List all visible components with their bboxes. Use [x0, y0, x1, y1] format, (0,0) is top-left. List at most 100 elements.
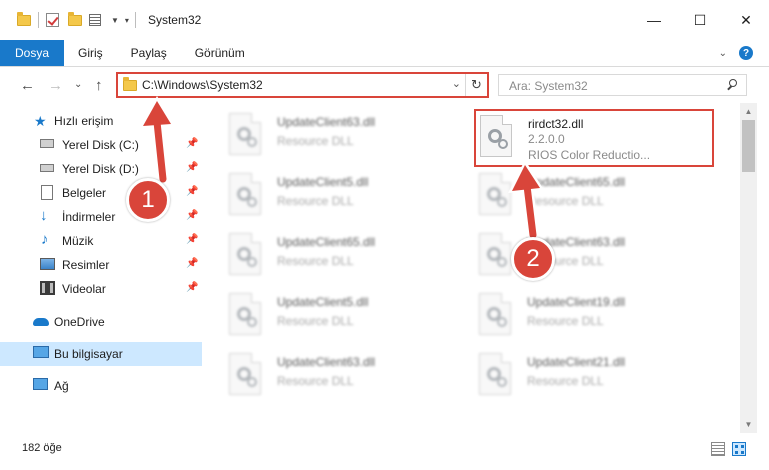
- scroll-up-icon[interactable]: ▲: [740, 103, 757, 120]
- nav-network[interactable]: Ağ: [0, 374, 202, 398]
- pin-icon[interactable]: 📌: [186, 186, 198, 197]
- pin-icon[interactable]: 📌: [186, 138, 198, 149]
- close-button[interactable]: ✕: [723, 0, 769, 40]
- list-item-rirdct32[interactable]: rirdct32.dll 2.2.0.0 RIOS Color Reductio…: [456, 111, 696, 167]
- pictures-icon: [40, 258, 55, 270]
- file-name: UpdateClient21.dll: [527, 355, 626, 369]
- file-name: rirdct32.dll: [528, 117, 584, 131]
- nav-item-music[interactable]: ♪ Müzik 📌: [0, 229, 202, 253]
- nav-item-drive-c[interactable]: Yerel Disk (C:) 📌: [0, 133, 202, 157]
- file-type: Resource DLL: [277, 134, 354, 148]
- drive-icon: [40, 164, 54, 172]
- scroll-thumb[interactable]: [742, 120, 755, 172]
- list-item[interactable]: UpdateClient63.dll Resource DLL: [205, 349, 445, 405]
- folder-icon[interactable]: [16, 12, 32, 28]
- tab-file[interactable]: Dosya: [0, 40, 64, 66]
- nav-item-pictures[interactable]: Resimler 📌: [0, 253, 202, 277]
- nav-item-label: Videolar: [62, 282, 106, 296]
- file-type: Resource DLL: [277, 194, 354, 208]
- address-bar[interactable]: C:\Windows\System32 ⌄ ↻: [116, 72, 489, 98]
- back-icon[interactable]: ←: [20, 77, 35, 94]
- dll-file-icon: [227, 233, 265, 277]
- dll-file-icon: [477, 233, 515, 277]
- customize-toolbar-icon[interactable]: ▾: [125, 16, 129, 25]
- search-input[interactable]: Ara: System32: [498, 74, 747, 96]
- title-separator: [134, 12, 136, 28]
- file-type: Resource DLL: [527, 374, 604, 388]
- nav-item-documents[interactable]: Belgeler 📌: [0, 181, 202, 205]
- tab-view[interactable]: Görünüm: [181, 40, 259, 66]
- nav-item-videos[interactable]: Videolar 📌: [0, 277, 202, 301]
- address-path[interactable]: C:\Windows\System32: [142, 78, 263, 92]
- nav-quick-access[interactable]: ★ Hızlı erişim: [0, 109, 202, 133]
- search-icon[interactable]: [726, 77, 738, 93]
- dll-file-icon: [227, 353, 265, 397]
- file-type: Resource DLL: [277, 254, 354, 268]
- address-dropdown-icon[interactable]: ⌄: [452, 77, 461, 90]
- up-icon[interactable]: ↑: [95, 77, 103, 94]
- tiles-view-icon[interactable]: [732, 442, 746, 456]
- file-version: 2.2.0.0: [528, 132, 565, 146]
- list-item[interactable]: UpdateClient19.dll Resource DLL: [455, 289, 695, 345]
- help-icon[interactable]: ?: [739, 46, 753, 60]
- highlighted-file[interactable]: rirdct32.dll 2.2.0.0 RIOS Color Reductio…: [474, 109, 714, 167]
- videos-icon: [40, 281, 55, 295]
- tab-share[interactable]: Paylaş: [117, 40, 181, 66]
- nav-onedrive[interactable]: OneDrive: [0, 310, 202, 334]
- dll-file-icon: [477, 173, 515, 217]
- recent-chevron-icon[interactable]: ⌄: [74, 79, 82, 90]
- file-type: Resource DLL: [277, 314, 354, 328]
- nav-item-drive-d[interactable]: Yerel Disk (D:) 📌: [0, 157, 202, 181]
- documents-icon: [41, 185, 53, 200]
- pin-icon[interactable]: 📌: [186, 258, 198, 269]
- nav-item-label: Yerel Disk (D:): [62, 162, 139, 176]
- properties-icon[interactable]: [89, 12, 105, 28]
- scroll-down-icon[interactable]: ▼: [740, 416, 757, 433]
- list-item[interactable]: UpdateClient63.dll Resource DLL: [455, 229, 695, 285]
- pin-icon[interactable]: 📌: [186, 234, 198, 245]
- file-type: Resource DLL: [277, 374, 354, 388]
- nav-item-label: Müzik: [62, 234, 94, 248]
- search-placeholder: Ara: System32: [509, 79, 588, 93]
- toolbar-separator: [38, 12, 39, 28]
- nav-this-pc[interactable]: Bu bilgisayar: [0, 342, 202, 366]
- pin-icon[interactable]: 📌: [186, 282, 198, 293]
- pin-icon[interactable]: 📌: [186, 210, 198, 221]
- details-view-icon[interactable]: [711, 442, 725, 456]
- dll-file-icon: [227, 293, 265, 337]
- dll-file-icon: [477, 353, 515, 397]
- list-item[interactable]: UpdateClient21.dll Resource DLL: [455, 349, 695, 405]
- status-bar: 182 öğe: [0, 433, 769, 470]
- file-type: Resource DLL: [527, 194, 604, 208]
- nav-network-label: Ağ: [54, 379, 69, 393]
- nav-item-label: Resimler: [62, 258, 110, 272]
- list-item[interactable]: UpdateClient5.dll Resource DLL: [205, 289, 445, 345]
- nav-onedrive-label: OneDrive: [54, 315, 105, 329]
- file-name: UpdateClient65.dll: [277, 235, 376, 249]
- item-count: 182 öğe: [22, 442, 62, 454]
- vertical-scrollbar[interactable]: ▲ ▼: [740, 103, 757, 433]
- dll-file-icon: [227, 173, 265, 217]
- minimize-button[interactable]: —: [631, 0, 677, 40]
- maximize-button[interactable]: ☐: [677, 0, 723, 40]
- refresh-icon[interactable]: ↻: [465, 74, 487, 96]
- forward-icon[interactable]: →: [48, 77, 63, 94]
- tab-home[interactable]: Giriş: [64, 40, 117, 66]
- nav-quick-access-label: Hızlı erişim: [54, 114, 114, 128]
- properties-check-icon[interactable]: [45, 12, 61, 28]
- window-title: System32: [147, 13, 202, 27]
- list-item[interactable]: UpdateClient65.dll Resource DLL: [205, 229, 445, 285]
- chevron-down-icon[interactable]: ▼: [111, 16, 119, 25]
- file-name: UpdateClient19.dll: [527, 295, 626, 309]
- list-item[interactable]: UpdateClient63.dll Resource DLL: [205, 109, 445, 165]
- file-name: UpdateClient63.dll: [277, 115, 376, 129]
- list-item[interactable]: UpdateClient65.dll Resource DLL: [455, 169, 695, 225]
- list-item[interactable]: UpdateClient5.dll Resource DLL: [205, 169, 445, 225]
- nav-item-downloads[interactable]: ↓ İndirmeler 📌: [0, 205, 202, 229]
- new-folder-icon[interactable]: [67, 12, 83, 28]
- dll-file-icon: [477, 293, 515, 337]
- expand-ribbon-icon[interactable]: ⌄: [719, 48, 727, 59]
- pin-icon[interactable]: 📌: [186, 162, 198, 173]
- dll-file-icon: [478, 115, 516, 159]
- ribbon-right: ⌄ ?: [719, 40, 769, 66]
